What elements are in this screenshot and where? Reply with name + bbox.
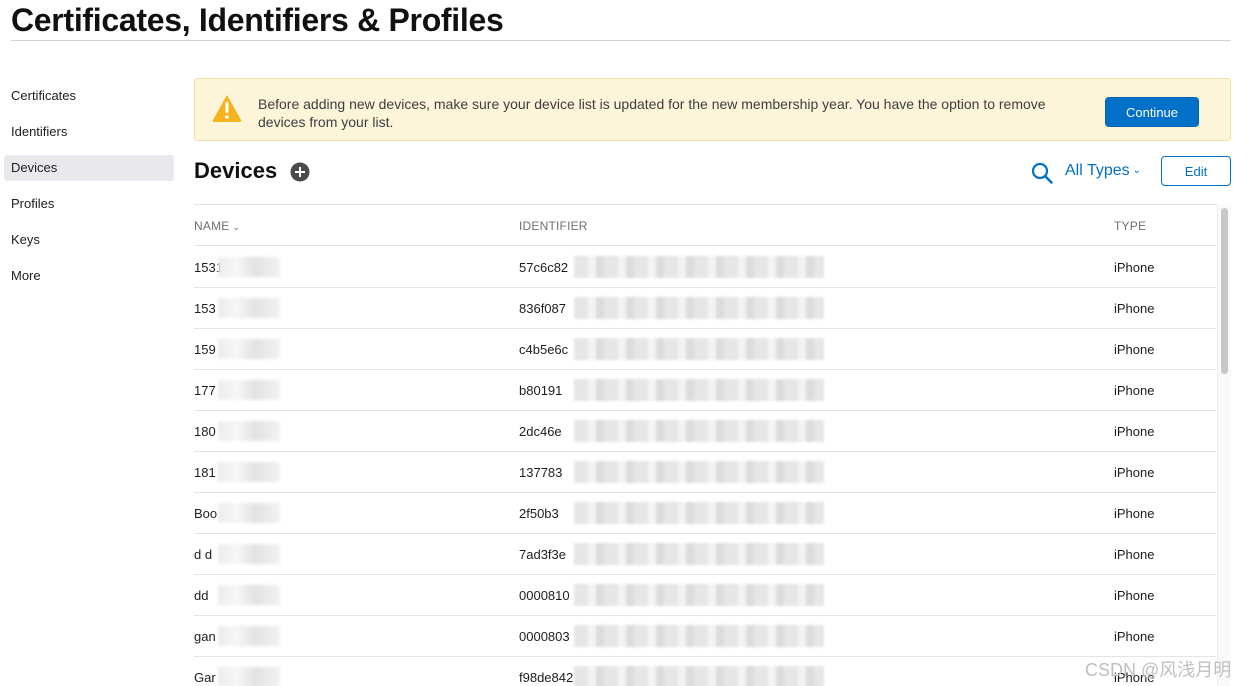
redaction-blur — [218, 544, 280, 564]
continue-button[interactable]: Continue — [1105, 97, 1199, 127]
type-filter-label: All Types — [1065, 162, 1130, 179]
redaction-blur — [574, 297, 824, 319]
sort-chevron-icon: ⌄ — [232, 222, 241, 232]
type-filter-dropdown[interactable]: All Types ⌄ — [1065, 162, 1141, 180]
add-device-icon[interactable] — [290, 162, 310, 182]
device-name: 181 — [194, 465, 216, 480]
table-header: NAME ⌄ IDENTIFIER TYPE — [194, 205, 1216, 246]
device-name: Gar — [194, 670, 216, 685]
device-name: 159 — [194, 342, 216, 357]
table-body: 1531 57c6c82 iPhone 153 836f087 iPhone 159 c4… — [194, 247, 1216, 686]
redaction-blur — [574, 420, 824, 442]
redaction-blur — [574, 666, 824, 686]
table-row[interactable]: 153 836f087 iPhone — [194, 288, 1216, 329]
sidebar-item-keys[interactable]: Keys — [4, 227, 174, 253]
device-identifier: c4b5e6c — [519, 342, 569, 357]
device-type: iPhone — [1114, 547, 1155, 562]
redaction-blur — [218, 585, 280, 605]
device-identifier: 7ad3f3e — [519, 547, 566, 562]
redaction-blur — [218, 421, 280, 441]
device-type: iPhone — [1114, 465, 1155, 480]
device-name: dd — [194, 588, 209, 603]
table-scrollbar[interactable] — [1217, 204, 1231, 686]
title-divider — [11, 40, 1231, 41]
device-name: Boo — [194, 506, 218, 521]
redaction-blur — [574, 543, 824, 565]
column-header-name[interactable]: NAME ⌄ — [194, 219, 240, 233]
sidebar-item-more[interactable]: More — [4, 263, 174, 289]
column-header-type: TYPE — [1114, 219, 1147, 233]
column-header-identifier: IDENTIFIER — [519, 219, 588, 233]
device-name: d d — [194, 547, 213, 562]
redaction-blur — [218, 503, 280, 523]
device-type: iPhone — [1114, 506, 1155, 521]
device-identifier: b80191 — [519, 383, 563, 398]
warning-triangle-icon — [212, 95, 242, 122]
redaction-blur — [574, 256, 824, 278]
redaction-blur — [574, 379, 824, 401]
redaction-blur — [218, 339, 280, 359]
device-name: 177 — [194, 383, 216, 398]
page-title: Certificates, Identifiers & Profiles — [11, 2, 504, 38]
redaction-blur — [218, 626, 280, 646]
device-type: iPhone — [1114, 260, 1155, 275]
table-row[interactable]: d d 7ad3f3e iPhone — [194, 534, 1216, 575]
device-identifier: 2dc46e — [519, 424, 562, 439]
devices-heading: Devices — [194, 158, 278, 183]
banner-message: Before adding new devices, make sure you… — [258, 96, 1046, 130]
redaction-blur — [218, 298, 280, 318]
redaction-blur — [218, 257, 280, 277]
sidebar: Certificates Identifiers Devices Profile… — [4, 83, 174, 299]
device-type: iPhone — [1114, 629, 1155, 644]
table-row[interactable]: 181 137783 iPhone — [194, 452, 1216, 493]
devices-table: NAME ⌄ IDENTIFIER TYPE 1531 57c6c82 iPhone … — [194, 204, 1231, 686]
membership-notice-banner: Before adding new devices, make sure you… — [194, 78, 1231, 141]
device-name: gan — [194, 629, 216, 644]
redaction-blur — [218, 667, 280, 686]
search-icon[interactable] — [1031, 162, 1053, 184]
device-name: 180 — [194, 424, 216, 439]
redaction-blur — [218, 380, 280, 400]
device-type: iPhone — [1114, 588, 1155, 603]
device-identifier: 2f50b3 — [519, 506, 559, 521]
scrollbar-thumb[interactable] — [1221, 208, 1228, 374]
device-identifier: 137783 — [519, 465, 563, 480]
sidebar-item-devices[interactable]: Devices — [4, 155, 174, 181]
table-row[interactable]: gan 0000803 iPhone — [194, 616, 1216, 657]
device-identifier: 0000803 — [519, 629, 570, 644]
device-identifier: 57c6c82 — [519, 260, 569, 275]
table-row[interactable]: 1531 57c6c82 iPhone — [194, 247, 1216, 288]
table-row[interactable]: 180 2dc46e iPhone — [194, 411, 1216, 452]
redaction-blur — [574, 625, 824, 647]
device-type: iPhone — [1114, 342, 1155, 357]
redaction-blur — [574, 584, 824, 606]
redaction-blur — [218, 462, 280, 482]
edit-button[interactable]: Edit — [1161, 156, 1231, 186]
sidebar-item-identifiers[interactable]: Identifiers — [4, 119, 174, 145]
device-type: iPhone — [1114, 383, 1155, 398]
device-identifier: f98de842 — [519, 670, 574, 685]
redaction-blur — [574, 338, 824, 360]
device-identifier: 836f087 — [519, 301, 566, 316]
redaction-blur — [574, 461, 824, 483]
device-type: iPhone — [1114, 301, 1155, 316]
table-row[interactable]: Boo 2f50b3 iPhone — [194, 493, 1216, 534]
sidebar-item-certificates[interactable]: Certificates — [4, 83, 174, 109]
table-row[interactable]: 159 c4b5e6c iPhone — [194, 329, 1216, 370]
device-name: 153 — [194, 301, 216, 316]
sidebar-item-profiles[interactable]: Profiles — [4, 191, 174, 217]
table-row[interactable]: 177 b80191 iPhone — [194, 370, 1216, 411]
table-row[interactable]: dd 0000810 iPhone — [194, 575, 1216, 616]
device-identifier: 0000810 — [519, 588, 570, 603]
table-row[interactable]: Gar f98de842 iPhone — [194, 657, 1216, 686]
csdn-watermark: CSDN @风浅月明 — [1085, 660, 1232, 680]
chevron-down-icon: ⌄ — [1132, 165, 1142, 176]
device-type: iPhone — [1114, 424, 1155, 439]
redaction-blur — [574, 502, 824, 524]
